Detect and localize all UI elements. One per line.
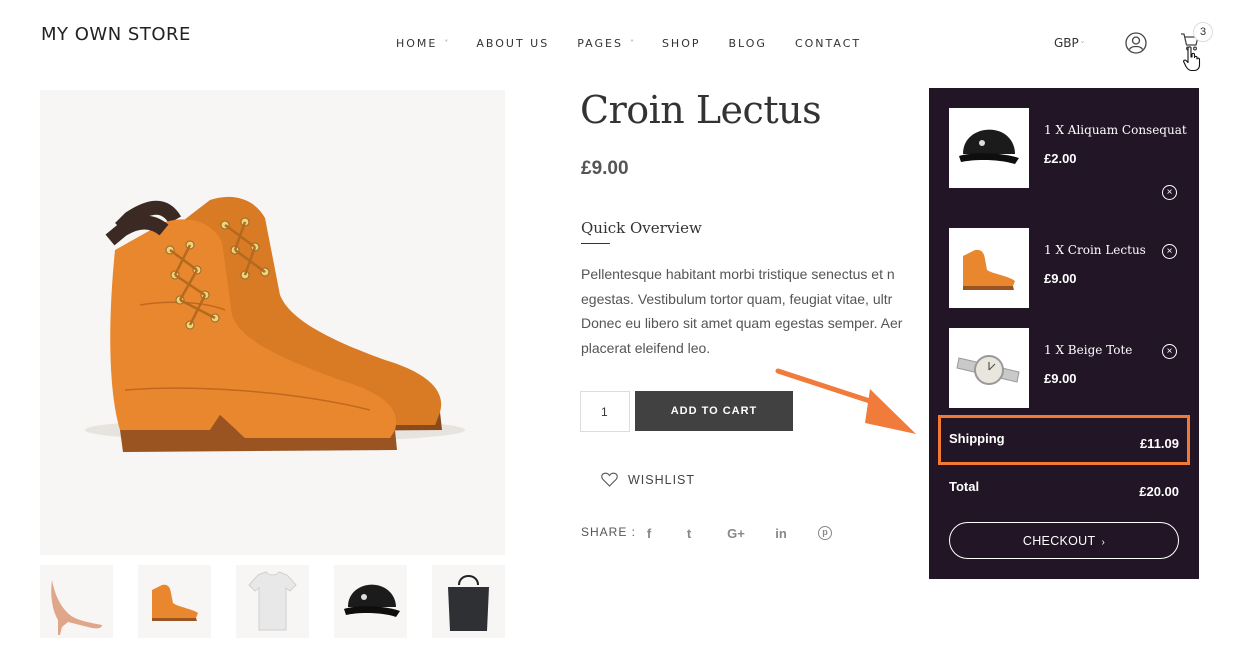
linkedin-icon[interactable]: in — [774, 526, 788, 541]
facebook-icon[interactable]: f — [642, 526, 656, 541]
watch-image — [956, 355, 1020, 385]
remove-item-button[interactable]: × — [1162, 344, 1177, 359]
cart-item-name[interactable]: 1 X Aliquam Consequat — [1044, 123, 1194, 137]
cart-item-image[interactable] — [949, 328, 1029, 408]
nav-item-shop[interactable]: SHOP — [662, 37, 701, 50]
thumbnail-cap[interactable] — [334, 565, 407, 638]
hand-cursor-icon — [1183, 46, 1201, 72]
nav-item-label: PAGES — [577, 37, 623, 50]
currency-label: GBP — [1054, 36, 1079, 50]
nav-item-home[interactable]: HOME ˅ — [396, 37, 448, 50]
remove-item-button[interactable]: × — [1162, 185, 1177, 200]
product-price: £9.00 — [581, 158, 629, 179]
heart-icon — [601, 472, 618, 487]
nav-item-label: SHOP — [661, 37, 701, 50]
total-label: Total — [949, 479, 980, 494]
chevron-down-icon: ˅ — [1080, 41, 1085, 49]
wishlist-button[interactable]: WISHLIST — [601, 472, 695, 487]
heels-image — [51, 580, 102, 635]
shipping-value: £11.09 — [1139, 436, 1179, 451]
thumbnail-tshirt[interactable] — [236, 565, 309, 638]
cart-item-price: £9.00 — [1044, 371, 1077, 386]
mini-cart-panel: 1 X Aliquam Consequat £2.00 × 1 X Croin … — [929, 88, 1199, 579]
cart-item-image[interactable] — [949, 108, 1029, 188]
checkout-label: CHECKOUT — [1022, 533, 1096, 548]
twitter-icon[interactable]: t — [682, 526, 696, 541]
nav-item-about-us[interactable]: ABOUT US — [476, 37, 549, 50]
chevron-right-icon: › — [1101, 536, 1106, 548]
overview-line: Pellentesque habitant morbi tristique se… — [581, 266, 895, 282]
thumbnail-strip — [40, 565, 530, 638]
pinterest-icon[interactable]: p — [818, 526, 832, 540]
store-logo[interactable]: MY OWN STORE — [41, 24, 191, 45]
tshirt-image — [248, 571, 297, 631]
nav-item-label: ABOUT US — [476, 37, 550, 50]
overview-line: egestas. Vestibulum tortor quam, feugiat… — [581, 290, 893, 307]
heading-underline — [581, 243, 610, 244]
cart-item-price: £9.00 — [1044, 271, 1077, 286]
checkout-button[interactable]: CHECKOUT › — [949, 522, 1179, 559]
thumbnail-heels[interactable] — [40, 565, 113, 638]
tote-image — [448, 575, 489, 631]
overview-heading: Quick Overview — [581, 219, 702, 237]
cap-image — [344, 584, 400, 617]
thumbnail-tote[interactable] — [432, 565, 505, 638]
boots-thumbnail-image — [152, 584, 198, 621]
overview-line: Donec eu libero sit amet quam egestas se… — [581, 315, 903, 331]
cart-item-price: £2.00 — [1044, 151, 1077, 166]
chevron-down-icon: ˅ — [444, 39, 449, 48]
nav-item-label: HOME — [396, 37, 438, 50]
nav-item-pages[interactable]: PAGES ˅ — [577, 37, 634, 50]
google-plus-icon[interactable]: G+ — [726, 526, 746, 541]
shipping-label: Shipping — [949, 431, 1005, 446]
thumbnail-boots[interactable] — [138, 565, 211, 638]
nav-item-contact[interactable]: CONTACT — [795, 37, 861, 50]
nav-item-label: CONTACT — [794, 37, 862, 50]
overview-text: Pellentesque habitant morbi tristique se… — [581, 262, 941, 357]
share-label: SHARE : — [581, 525, 637, 539]
boots-image — [963, 249, 1015, 290]
product-title: Croin Lectus — [580, 88, 822, 132]
boots-image — [85, 196, 465, 452]
chevron-down-icon: ˅ — [629, 39, 634, 48]
total-value: £20.00 — [1139, 484, 1179, 499]
cap-image — [959, 129, 1019, 164]
overview-line: placerat eleifend leo. — [581, 339, 711, 356]
cart-item-image[interactable] — [949, 228, 1029, 308]
cart-count-badge: 3 — [1193, 22, 1213, 42]
nav-item-label: BLOG — [728, 37, 767, 50]
currency-selector[interactable]: GBP ˅ — [1054, 36, 1084, 50]
product-main-image[interactable] — [40, 90, 505, 555]
remove-item-button[interactable]: × — [1162, 244, 1177, 259]
quantity-input[interactable] — [580, 391, 630, 432]
main-nav: HOME ˅ ABOUT US PAGES ˅ SHOP BLOG CONTACT — [396, 37, 889, 50]
wishlist-label: WISHLIST — [628, 472, 696, 487]
nav-item-blog[interactable]: BLOG — [728, 37, 766, 50]
user-icon[interactable] — [1125, 32, 1147, 54]
annotation-arrow-icon — [775, 368, 916, 434]
